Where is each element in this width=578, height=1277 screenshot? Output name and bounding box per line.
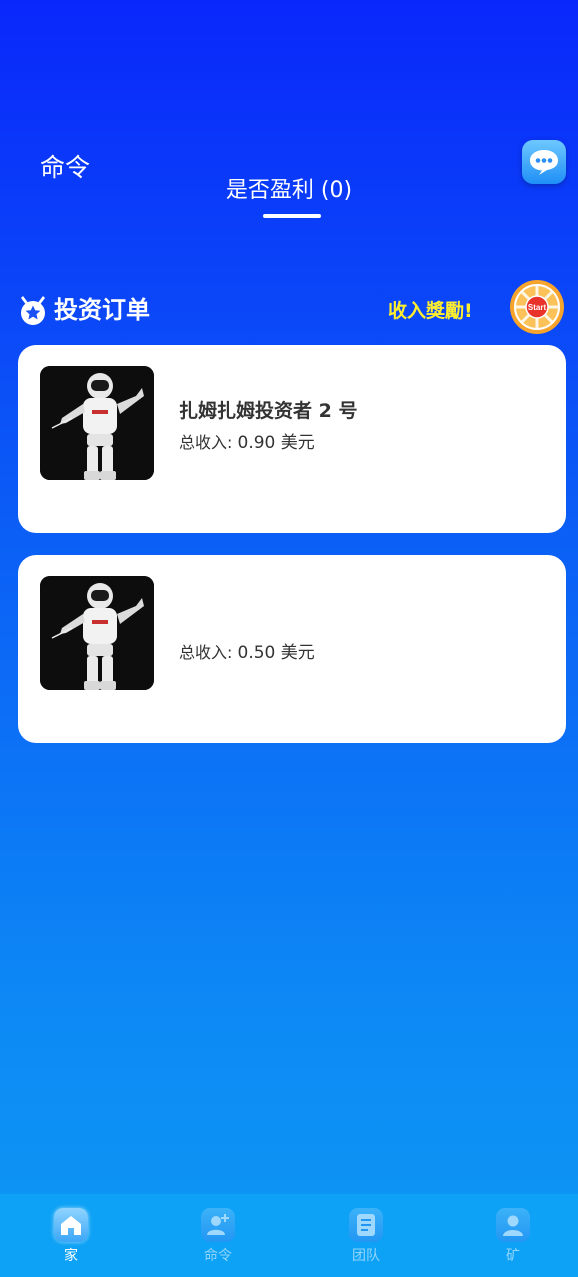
nav-item-home[interactable]: 家 [21, 1194, 121, 1277]
medal-icon [21, 296, 45, 325]
nav-label: 命令 [204, 1248, 232, 1264]
order-card[interactable]: 总收入: 0.50 美元 [18, 555, 566, 743]
tab-profit[interactable]: 是否盈利 (0) [0, 172, 578, 204]
income-label: 总收入: [179, 643, 233, 662]
income-reward-link[interactable]: 收入獎勵! [388, 296, 473, 323]
nav-label: 矿 [506, 1248, 520, 1264]
income-label: 总收入: [179, 433, 233, 452]
order-name: 扎姆扎姆投资者 2 号 [179, 400, 358, 422]
order-income: 总收入: 0.90 美元 [179, 428, 315, 453]
home-icon [54, 1208, 88, 1242]
tab-active-indicator [263, 214, 321, 218]
nav-item-team[interactable]: 团队 [316, 1194, 416, 1277]
nav-item-orders[interactable]: 命令 [168, 1194, 268, 1277]
order-income: 总收入: 0.50 美元 [179, 638, 315, 663]
document-icon [349, 1208, 383, 1242]
robot-image [40, 366, 154, 480]
user-icon [496, 1208, 530, 1242]
section-title: 投资订单 [54, 296, 150, 324]
income-value: 0.90 美元 [237, 433, 315, 453]
robot-image [40, 576, 154, 690]
start-label: Start [528, 303, 547, 312]
nav-item-mine[interactable]: 矿 [463, 1194, 563, 1277]
nav-label: 家 [64, 1248, 78, 1264]
start-wheel-button[interactable]: Start [509, 279, 565, 335]
add-user-icon [201, 1208, 235, 1242]
income-value: 0.50 美元 [237, 643, 315, 663]
bottom-nav: 家 命令 团队 矿 [0, 1194, 578, 1277]
order-card[interactable]: 扎姆扎姆投资者 2 号 总收入: 0.90 美元 [18, 345, 566, 533]
nav-label: 团队 [352, 1248, 380, 1264]
